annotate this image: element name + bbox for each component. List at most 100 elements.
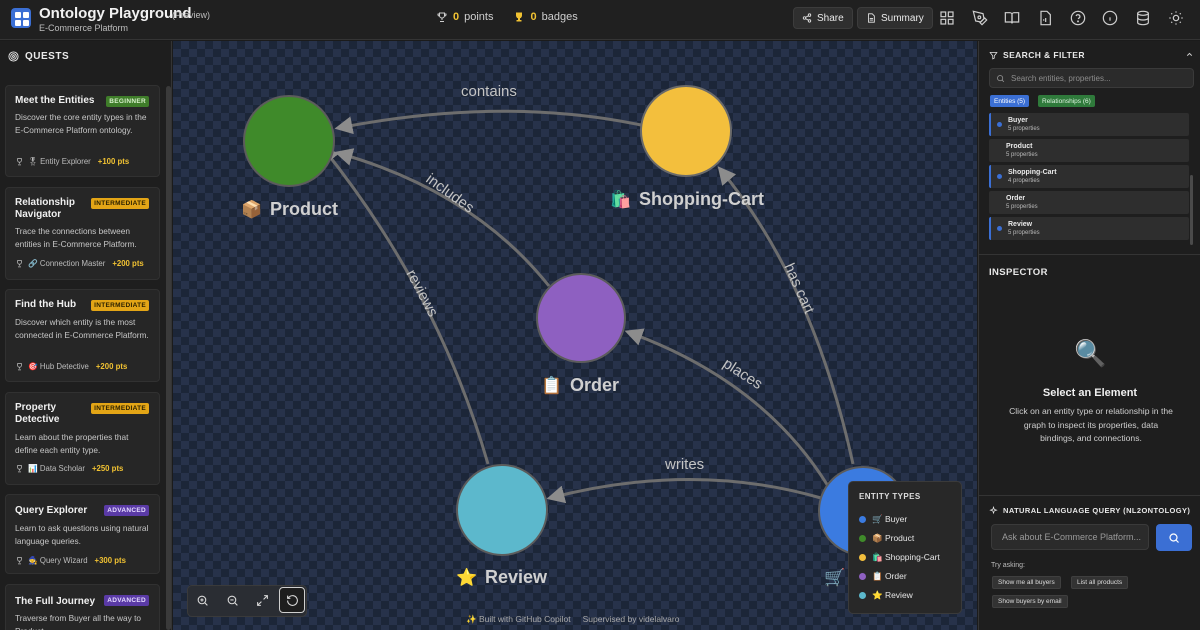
search-box[interactable] bbox=[989, 68, 1194, 88]
edge-label-has-cart: has cart bbox=[780, 261, 818, 317]
canvas-footer: ✨ Built with GitHub Copilot Supervised b… bbox=[466, 614, 679, 625]
entity-row-order[interactable]: Order 5 properties bbox=[989, 191, 1189, 214]
entity-row-review[interactable]: Review 5 properties bbox=[989, 217, 1189, 240]
badges-value: 0 bbox=[530, 11, 537, 23]
node-order[interactable] bbox=[536, 273, 626, 363]
nlq-input-box[interactable] bbox=[991, 524, 1149, 550]
built-with-label: Built with GitHub Copilot bbox=[478, 614, 571, 624]
edge-writes[interactable] bbox=[546, 478, 822, 504]
reset-view-button[interactable] bbox=[279, 587, 305, 613]
quest-card-the-full-journey[interactable]: The Full Journey ADVANCED Traverse from … bbox=[5, 584, 160, 630]
entity-list-scrollbar[interactable] bbox=[1190, 175, 1193, 245]
nlq-input[interactable] bbox=[1002, 525, 1142, 549]
trophy-icon bbox=[17, 158, 22, 166]
nlq-heading: NATURAL LANGUAGE QUERY (NL2ONTOLOGY) bbox=[989, 506, 1190, 515]
node-emoji-review: ⭐ bbox=[456, 567, 477, 587]
edge-label-contains: contains bbox=[461, 83, 517, 100]
edge-contains[interactable] bbox=[334, 109, 642, 135]
zoom-out-button[interactable] bbox=[219, 587, 245, 613]
quest-description: Trace the connections between entities i… bbox=[15, 226, 137, 249]
trophy-icon bbox=[437, 12, 447, 22]
zoom-in-button[interactable] bbox=[189, 587, 215, 613]
tab-entities[interactable]: Entities (5) bbox=[990, 95, 1030, 107]
edge-label-writes: writes bbox=[664, 456, 704, 473]
legend-item-order: 📋 Order bbox=[859, 571, 907, 582]
supervised-text: Supervised by videlalvaro bbox=[582, 614, 680, 624]
node-product[interactable] bbox=[243, 95, 335, 187]
nlq-heading-label: NATURAL LANGUAGE QUERY (NL2ONTOLOGY) bbox=[1003, 506, 1191, 515]
file-icon[interactable] bbox=[1037, 10, 1053, 26]
entity-name: Product bbox=[1006, 143, 1033, 150]
node-emoji-order: 📋 bbox=[541, 375, 562, 395]
entity-row-buyer[interactable]: Buyer 5 properties bbox=[989, 113, 1189, 136]
quest-description: Discover which entity is the most connec… bbox=[15, 317, 149, 340]
quest-reward: 📊 Data Scholar +250 pts bbox=[15, 464, 123, 473]
legend-item-product: 📦 Product bbox=[859, 533, 914, 544]
edge-includes[interactable] bbox=[334, 148, 551, 287]
legend-item-buyer: 🛒 Buyer bbox=[859, 514, 907, 525]
edge-label-includes: includes bbox=[423, 170, 478, 216]
trophy-icon bbox=[17, 465, 22, 473]
edge-has-cart[interactable] bbox=[717, 166, 855, 465]
database-icon[interactable] bbox=[1135, 10, 1151, 26]
section-divider bbox=[979, 495, 1200, 496]
pen-icon[interactable] bbox=[972, 10, 988, 26]
collapse-chevron-icon[interactable] bbox=[1185, 50, 1194, 59]
quest-level-badge: ADVANCED bbox=[104, 595, 149, 606]
help-icon[interactable] bbox=[1070, 10, 1086, 26]
node-shopping-cart[interactable] bbox=[640, 85, 732, 177]
node-label-order: Order bbox=[570, 375, 619, 395]
quest-card-property-detective[interactable]: Property Detective INTERMEDIATE Learn ab… bbox=[5, 392, 160, 485]
quest-level-badge: INTERMEDIATE bbox=[91, 300, 149, 311]
node-emoji-product: 📦 bbox=[241, 199, 262, 219]
reset-icon bbox=[286, 594, 298, 606]
entity-dot bbox=[997, 122, 1002, 127]
quest-badge-name: 🔗 Connection Master bbox=[28, 259, 106, 268]
nlq-search-button[interactable] bbox=[1156, 524, 1192, 551]
grid-icon[interactable] bbox=[939, 10, 955, 26]
summary-button[interactable]: Summary bbox=[857, 7, 933, 29]
right-panel: SEARCH & FILTER Entities (5) Relationshi… bbox=[978, 41, 1200, 630]
suggestion-chip-buyers-email[interactable]: Show buyers by email bbox=[992, 595, 1068, 608]
quest-badge-name: 📊 Data Scholar bbox=[28, 464, 85, 473]
share-button[interactable]: Share bbox=[793, 7, 853, 29]
built-with-text: ✨ Built with GitHub Copilot bbox=[466, 614, 571, 624]
quest-points: +300 pts bbox=[94, 556, 126, 565]
quest-card-query-explorer[interactable]: Query Explorer ADVANCED Learn to ask que… bbox=[5, 494, 160, 574]
info-icon[interactable] bbox=[1102, 10, 1118, 26]
quest-badge-name: 🧙 Query Wizard bbox=[28, 556, 88, 565]
entity-row-shopping-cart[interactable]: Shopping-Cart 4 properties bbox=[989, 165, 1189, 188]
quest-reward: 🔗 Connection Master +200 pts bbox=[15, 259, 144, 268]
app-subtitle: E-Commerce Platform bbox=[39, 23, 129, 33]
zoom-in-icon bbox=[197, 595, 208, 606]
entity-props: 5 properties bbox=[1006, 204, 1038, 210]
trophy-icon bbox=[17, 557, 22, 565]
quest-card-meet-the-entities[interactable]: Meet the Entities BEGINNER Discover the … bbox=[5, 85, 160, 177]
quest-title: Property Detective bbox=[15, 402, 60, 425]
quest-card-find-the-hub[interactable]: Find the Hub INTERMEDIATE Discover which… bbox=[5, 289, 160, 382]
entity-row-product[interactable]: Product 5 properties bbox=[989, 139, 1189, 162]
node-review[interactable] bbox=[456, 464, 548, 556]
app-title: Ontology Playground bbox=[39, 5, 192, 22]
fit-view-button[interactable] bbox=[249, 587, 275, 613]
node-label-shopping-cart: Shopping-Cart bbox=[639, 189, 764, 209]
document-icon bbox=[868, 13, 875, 23]
magnifier-icon: 🔍 bbox=[1074, 338, 1107, 368]
trophy-icon bbox=[17, 260, 22, 268]
suggestion-chip-products[interactable]: List all products bbox=[1071, 576, 1129, 589]
suggestion-chip-buyers[interactable]: Show me all buyers bbox=[992, 576, 1061, 589]
tab-relationships[interactable]: Relationships (6) bbox=[1038, 95, 1095, 107]
entity-name: Order bbox=[1006, 195, 1026, 202]
book-icon[interactable] bbox=[1004, 10, 1020, 26]
quests-scrollbar[interactable] bbox=[166, 86, 171, 630]
node-emoji-buyer: 🛒 bbox=[824, 567, 845, 587]
quest-level-badge: INTERMEDIATE bbox=[91, 403, 149, 414]
legend-title: ENTITY TYPES bbox=[859, 492, 921, 501]
search-filter-label: SEARCH & FILTER bbox=[1003, 50, 1085, 60]
sun-icon[interactable] bbox=[1168, 10, 1184, 26]
legend-dot bbox=[859, 573, 866, 580]
quest-points: +100 pts bbox=[97, 157, 130, 166]
quest-card-relationship-navigator[interactable]: Relationship Navigator INTERMEDIATE Trac… bbox=[5, 187, 160, 280]
inspector-empty-description: Click on an entity type or relationship … bbox=[1009, 406, 1173, 443]
search-input[interactable] bbox=[1011, 73, 1191, 83]
